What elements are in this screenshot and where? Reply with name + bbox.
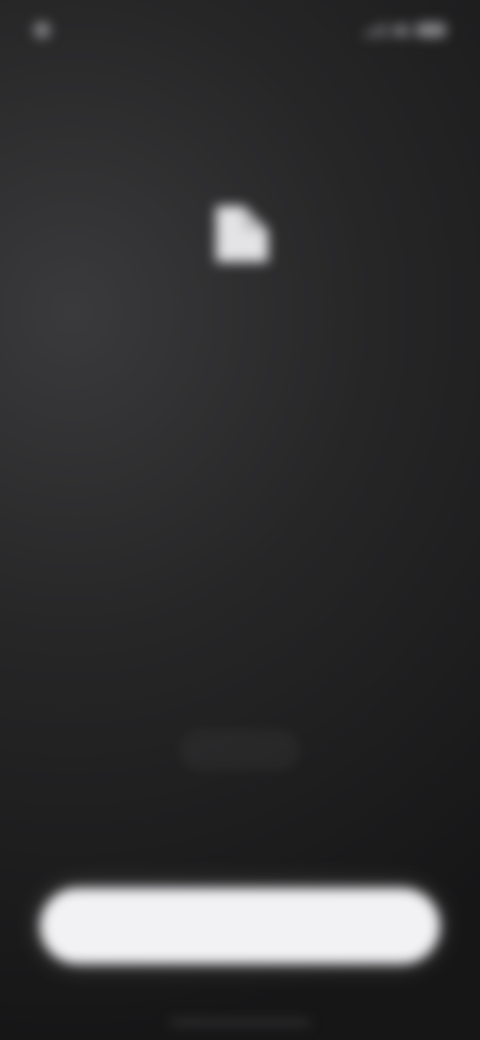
primary-action-button[interactable]: [40, 888, 440, 964]
secondary-link[interactable]: [180, 730, 300, 770]
blurred-content-layer: [0, 0, 480, 1040]
signal-icon: [364, 23, 386, 37]
status-bar-left: [34, 20, 58, 40]
status-bar: [0, 0, 480, 60]
notification-dot-icon: [34, 22, 50, 38]
battery-icon: [416, 23, 446, 37]
home-indicator: [170, 1020, 310, 1025]
document-icon: [206, 198, 278, 270]
app-screen: [0, 0, 480, 1040]
wifi-icon: [392, 24, 410, 36]
status-bar-right: [364, 20, 446, 40]
